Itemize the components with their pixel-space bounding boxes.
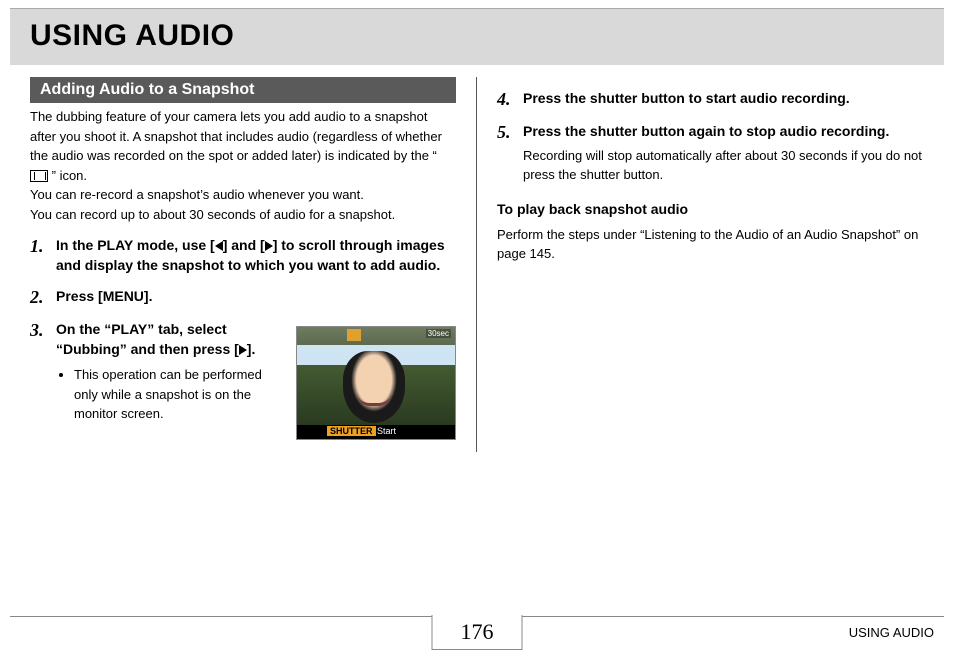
intro-line2: You can re-record a snapshot’s audio whe… [30,187,364,202]
illus-start-label: Start [377,426,396,436]
step-1: 1. In the PLAY mode, use [] and [] to sc… [30,236,456,275]
page-number: 176 [432,615,523,650]
playback-heading: To play back snapshot audio [497,201,924,217]
playback-text: Perform the steps under “Listening to th… [497,225,924,264]
steps-list-right: 4. Press the shutter button to start aud… [497,89,924,185]
step-3-notes: This operation can be performed only whi… [74,365,280,424]
illus-bottom-bar: SHUTTER Start [297,425,455,439]
page-footer: 176 USING AUDIO [10,616,944,654]
left-column: Adding Audio to a Snapshot The dubbing f… [10,77,477,452]
step-2: 2. Press [MENU]. [30,287,456,308]
right-arrow-icon [265,241,273,251]
step-number: 5. [497,122,523,185]
step-1-text-a: In the PLAY mode, use [ [56,237,215,253]
step-3-text-b: ]. [247,341,256,357]
step-1-text-b: ] and [ [223,237,265,253]
right-column: 4. Press the shutter button to start aud… [477,77,944,452]
illus-time-label: 30sec [426,329,451,338]
audio-snapshot-icon [30,170,48,182]
step-number: 4. [497,89,523,110]
step-5: 5. Press the shutter button again to sto… [497,122,924,185]
step-number: 1. [30,236,56,275]
step-1-title: In the PLAY mode, use [] and [] to scrol… [56,236,456,275]
step-number: 2. [30,287,56,308]
illus-tag-icon [347,329,361,341]
section-heading: Adding Audio to a Snapshot [30,77,456,103]
step-5-title: Press the shutter button again to stop a… [523,122,924,142]
intro-line1b: ” icon. [52,168,87,183]
step-3: 3. On the “PLAY” tab, select “Dubbing” a… [30,320,456,440]
right-arrow-icon [239,345,247,355]
illus-face [343,351,405,423]
page-header: USING AUDIO [10,8,944,65]
intro-line3: You can record up to about 30 seconds of… [30,207,395,222]
page-title: USING AUDIO [30,19,924,53]
step-4-title: Press the shutter button to start audio … [523,89,924,109]
camera-screen-illustration: 30sec SHUTTER Start [296,326,456,440]
step-number: 3. [30,320,56,440]
steps-list-left: 1. In the PLAY mode, use [] and [] to sc… [30,236,456,440]
step-3-title: On the “PLAY” tab, select “Dubbing” and … [56,320,280,359]
intro-line1a: The dubbing feature of your camera lets … [30,109,442,163]
step-3-text-a: On the “PLAY” tab, select “Dubbing” and … [56,321,239,357]
step-2-title: Press [MENU]. [56,287,456,307]
illus-shutter-label: SHUTTER [327,426,376,436]
step-5-note: Recording will stop automatically after … [523,146,924,185]
step-3-bullet: This operation can be performed only whi… [74,365,280,424]
illus-top-bar: 30sec [297,327,455,345]
left-arrow-icon [215,241,223,251]
footer-section-label: USING AUDIO [849,625,934,640]
content-area: Adding Audio to a Snapshot The dubbing f… [10,77,944,452]
step-4: 4. Press the shutter button to start aud… [497,89,924,110]
intro-text: The dubbing feature of your camera lets … [30,107,456,224]
